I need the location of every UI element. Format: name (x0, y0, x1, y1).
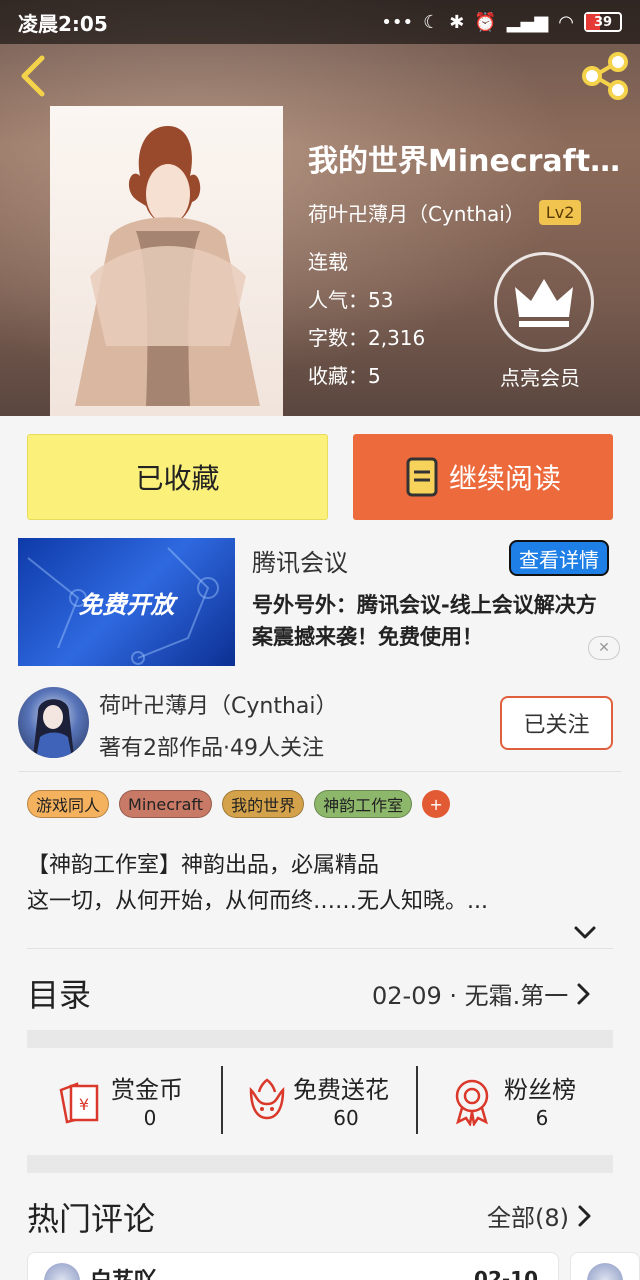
flower-icon (249, 1078, 285, 1120)
commenter-avatar[interactable] (44, 1263, 80, 1280)
follow-button[interactable]: 已关注 (500, 696, 613, 750)
continue-reading-label: 继续阅读 (448, 462, 561, 495)
ad-detail-button[interactable]: 查看详情 (509, 540, 609, 576)
divider (27, 948, 613, 949)
comment-card[interactable]: 白芨吖 02-10 (27, 1252, 559, 1280)
favorites-label: 收藏： (308, 364, 368, 388)
ad-image-text: 免费开放 (78, 590, 175, 619)
free-flower-stat[interactable]: 免费送花 60 (243, 1068, 439, 1134)
author-level-badge: Lv2 (538, 200, 582, 225)
comment-date: 02-10 (474, 1267, 538, 1280)
book-cover[interactable] (50, 106, 283, 416)
catalog-latest-chapter[interactable]: 02-09 · 无霜.第一 (372, 976, 592, 1011)
moon-icon: ☾ (423, 11, 440, 33)
tag-item[interactable]: 神韵工作室 (314, 790, 413, 818)
fan-ranking-stat[interactable]: 粉丝榜 6 (448, 1068, 640, 1134)
chevron-right-icon (577, 983, 590, 1004)
ad-name[interactable]: 腾讯会议 (252, 543, 348, 578)
book-author-line: 荷叶卍薄月（Cynthai） Lv2 (308, 198, 582, 227)
signal-icon: ▂▄▆ (506, 11, 549, 33)
stat-divider (221, 1066, 223, 1134)
intro-line: 这一切，从何开始，从何而终……无人知晓。... (27, 889, 488, 914)
status-icons: ••• ☾ ✱ ⏰ ▂▄▆ ◠ 39 (381, 12, 622, 33)
follow-label: 已关注 (523, 713, 590, 738)
chevron-right-icon (578, 1205, 591, 1226)
stat-divider (416, 1066, 418, 1134)
bluetooth-icon: ✱ (449, 11, 465, 33)
latest-chapter-text: 02-09 · 无霜.第一 (372, 982, 569, 1010)
book-word-count: 字数：2,316 (308, 322, 425, 351)
book-favorites: 收藏：5 (308, 360, 381, 389)
stat-label: 免费送花 (293, 1076, 389, 1104)
author-name[interactable]: 荷叶卍薄月（Cynthai） (99, 688, 338, 720)
book-title: 我的世界Minecraft：... (308, 144, 633, 179)
words-label: 字数： (308, 326, 368, 350)
popularity-label: 人气： (308, 288, 368, 312)
chevron-down-icon[interactable] (570, 920, 600, 944)
intro-line: 【神韵工作室】神韵出品，必属精品 (27, 853, 380, 878)
favorites-value: 5 (368, 364, 381, 388)
red-envelope-icon: ¥ (59, 1082, 99, 1124)
vip-button[interactable] (494, 252, 594, 352)
crown-icon (515, 279, 573, 327)
book-state: 连载 (308, 250, 348, 274)
book-header: 凌晨2:05 ••• ☾ ✱ ⏰ ▂▄▆ ◠ 39 我的世界Minecraft：… (0, 0, 640, 416)
ad-description[interactable]: 号外号外：腾讯会议-线上会议解决方案震撼来袭！免费使用！ (252, 589, 614, 653)
tag-list: 游戏同人 Minecraft 我的世界 神韵工作室 + (27, 790, 451, 818)
all-comments-label: 全部(8) (487, 1204, 569, 1232)
collected-label: 已收藏 (135, 462, 220, 495)
share-icon[interactable] (580, 52, 630, 100)
book-intro[interactable]: 【神韵工作室】神韵出品，必属精品 这一切，从何开始，从何而终……无人知晓。... (27, 848, 488, 920)
continue-reading-button[interactable]: 继续阅读 (353, 434, 613, 520)
author-avatar[interactable] (18, 687, 89, 758)
status-time: 凌晨2:05 (18, 11, 108, 36)
tag-item[interactable]: 游戏同人 (27, 790, 110, 818)
author-stats: 著有2部作品·49人关注 (99, 736, 324, 761)
book-popularity: 人气：53 (308, 284, 393, 313)
divider (18, 771, 622, 772)
battery-icon: 39 (584, 12, 622, 32)
tag-item[interactable]: Minecraft (119, 790, 213, 818)
catalog-title[interactable]: 目录 (27, 970, 91, 1016)
all-comments-link[interactable]: 全部(8) (487, 1198, 593, 1233)
collected-button[interactable]: 已收藏 (27, 434, 328, 520)
svg-text:¥: ¥ (79, 1095, 89, 1114)
section-separator (27, 1030, 613, 1048)
tag-item[interactable]: 我的世界 (222, 790, 305, 818)
alarm-icon: ⏰ (474, 11, 497, 33)
comment-card[interactable] (570, 1252, 640, 1280)
cover-illustration (75, 126, 260, 406)
status-bar: 凌晨2:05 ••• ☾ ✱ ⏰ ▂▄▆ ◠ 39 (0, 0, 640, 44)
commenter-name[interactable]: 白芨吖 (90, 1263, 156, 1280)
stat-value: 6 (535, 1106, 549, 1130)
ad-close-icon[interactable]: ✕ (588, 636, 620, 660)
section-separator (27, 1155, 613, 1173)
hot-comments-title: 热门评论 (27, 1200, 156, 1238)
stat-label: 粉丝榜 (504, 1076, 576, 1104)
more-tags-button[interactable]: + (422, 790, 451, 818)
stat-value: 60 (333, 1106, 359, 1130)
wifi-icon: ◠ (558, 11, 574, 33)
vip-label[interactable]: 点亮会员 (500, 362, 580, 391)
words-value: 2,316 (368, 326, 426, 350)
medal-icon (455, 1079, 489, 1126)
stat-label: 赏金币 (111, 1076, 183, 1104)
book-author[interactable]: 荷叶卍薄月（Cynthai） (308, 198, 525, 227)
book-icon (406, 457, 438, 497)
stat-value: 0 (143, 1106, 157, 1130)
commenter-avatar[interactable] (587, 1263, 623, 1280)
back-icon[interactable] (14, 52, 54, 100)
more-icon: ••• (381, 11, 414, 33)
ad-image[interactable]: 免费开放 (18, 538, 235, 666)
popularity-value: 53 (368, 288, 394, 312)
avatar-illustration (33, 699, 74, 758)
